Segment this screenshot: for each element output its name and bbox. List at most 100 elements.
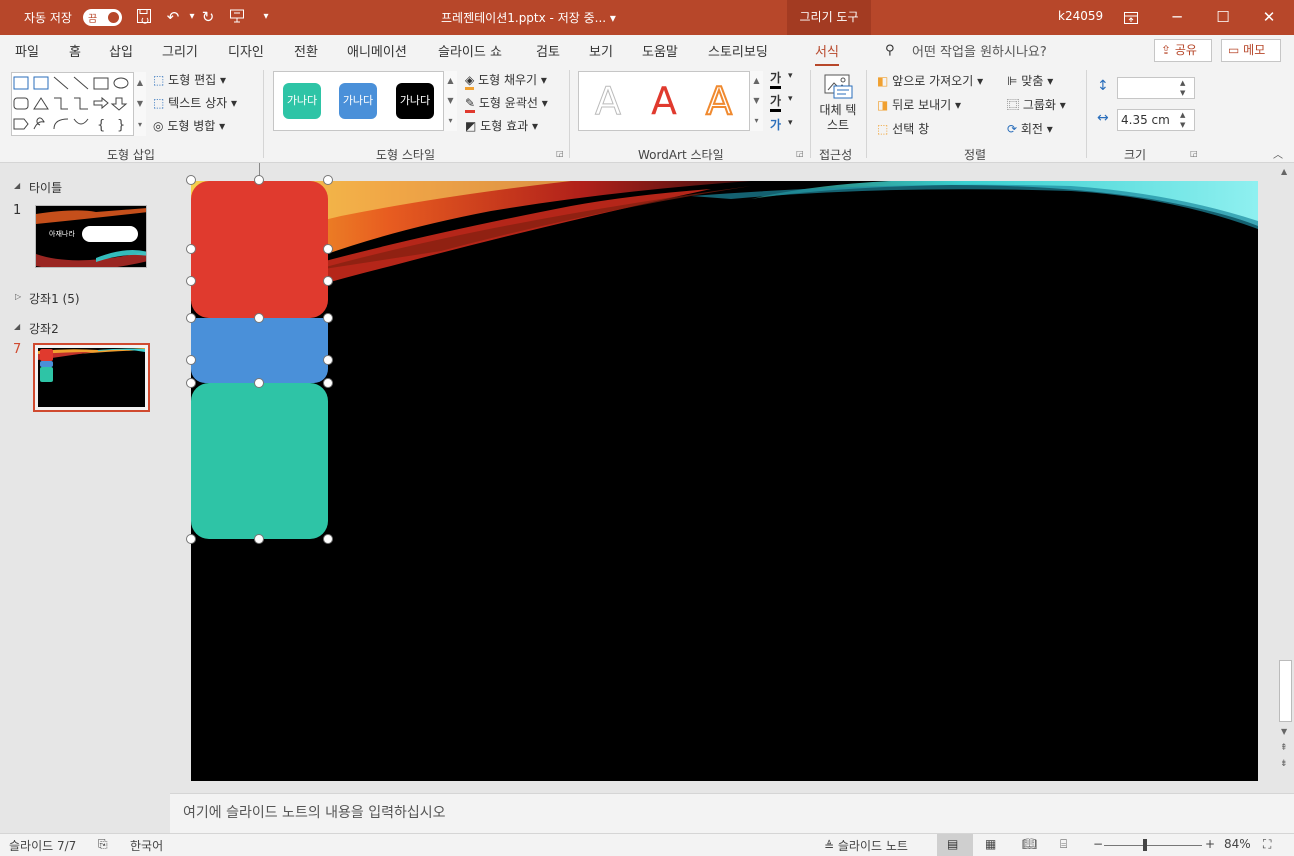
- section-collapsed-icon[interactable]: ▷: [15, 292, 21, 301]
- resize-handle-top-left[interactable]: [186, 175, 196, 185]
- slide-thumbnail[interactable]: 아재나라: [35, 205, 147, 268]
- text-box-button[interactable]: ⬚ 텍스트 상자 ▾: [153, 94, 237, 111]
- merge-shapes-button[interactable]: ◎ 도형 병합 ▾: [153, 117, 225, 134]
- text-effects-dropdown-icon[interactable]: ▾: [788, 118, 793, 128]
- shape-effects-button[interactable]: ◩ 도형 효과 ▾: [465, 117, 538, 134]
- tab-home[interactable]: 홈: [69, 41, 81, 60]
- notes-toggle-button[interactable]: ≜ 슬라이드 노트: [824, 837, 908, 854]
- tab-storyboarding[interactable]: 스토리보딩: [708, 41, 768, 60]
- slide-sorter-icon[interactable]: ▦: [985, 837, 996, 851]
- text-outline-button[interactable]: 가: [770, 92, 782, 112]
- selected-slide-frame[interactable]: [33, 343, 150, 412]
- resize-handle-bottom-right[interactable]: [323, 534, 333, 544]
- vertical-scrollbar[interactable]: ▲ ▼ ⇞ ⇟: [1277, 163, 1294, 793]
- tab-insert[interactable]: 삽입: [109, 41, 133, 60]
- wordart-style-plain[interactable]: A: [595, 80, 622, 123]
- wordart-gallery[interactable]: A A A: [578, 71, 763, 131]
- scrollbar-thumb[interactable]: [1279, 660, 1292, 722]
- teal-rounded-rect[interactable]: [191, 383, 328, 539]
- resize-handle[interactable]: [186, 355, 196, 365]
- tab-file[interactable]: 파일: [15, 41, 39, 60]
- tab-animations[interactable]: 애니메이션: [347, 41, 407, 60]
- resize-handle[interactable]: [254, 313, 264, 323]
- undo-icon[interactable]: ↶: [164, 8, 182, 26]
- tab-design[interactable]: 디자인: [228, 41, 264, 60]
- slide-thumbnail[interactable]: [38, 348, 145, 407]
- resize-handle[interactable]: [186, 313, 196, 323]
- size-launcher-icon[interactable]: ◲: [1190, 149, 1198, 158]
- customize-qat-icon[interactable]: ▾: [257, 8, 275, 26]
- send-backward-button[interactable]: ◨ 뒤로 보내기 ▾: [877, 96, 961, 113]
- text-outline-dropdown-icon[interactable]: ▾: [788, 94, 793, 104]
- zoom-slider-thumb[interactable]: [1143, 839, 1147, 851]
- previous-slide-icon[interactable]: ⇞: [1280, 743, 1288, 753]
- wordart-style-red[interactable]: A: [651, 80, 677, 122]
- ribbon-display-options-icon[interactable]: [1108, 0, 1154, 35]
- language-indicator[interactable]: 한국어: [130, 837, 163, 854]
- tab-transitions[interactable]: 전환: [294, 41, 318, 60]
- tab-slide-show[interactable]: 슬라이드 쇼: [438, 41, 502, 60]
- save-icon[interactable]: [135, 8, 153, 26]
- resize-handle[interactable]: [186, 276, 196, 286]
- blue-rounded-rect[interactable]: [191, 318, 328, 383]
- shape-style-blue[interactable]: 가나다: [339, 83, 377, 119]
- height-spinner[interactable]: ▲ ▼: [1180, 78, 1185, 98]
- edit-shape-button[interactable]: ⬚ 도형 편집 ▾: [153, 71, 226, 88]
- zoom-slider-track[interactable]: [1104, 845, 1202, 846]
- close-icon[interactable]: ✕: [1246, 0, 1292, 35]
- redo-icon[interactable]: ↻: [199, 8, 217, 26]
- shapes-gallery-scroll[interactable]: ▲ ▼ ▾: [133, 72, 146, 136]
- scroll-down-icon[interactable]: ▼: [1281, 727, 1287, 736]
- group-button[interactable]: ⿴ 그룹화 ▾: [1007, 96, 1066, 113]
- shape-style-black[interactable]: 가나다: [396, 83, 434, 119]
- resize-handle[interactable]: [323, 378, 333, 388]
- align-button[interactable]: ⊫ 맞춤 ▾: [1007, 72, 1053, 89]
- slide-show-icon[interactable]: ⌸: [1060, 837, 1067, 852]
- next-slide-icon[interactable]: ⇟: [1280, 759, 1288, 769]
- shape-styles-scroll[interactable]: ▲ ▼ ▾: [443, 71, 457, 131]
- width-spinner[interactable]: ▲ ▼: [1180, 110, 1185, 130]
- text-effects-button[interactable]: 가: [770, 116, 781, 133]
- notes-pane[interactable]: 여기에 슬라이드 노트의 내용을 입력하십시오: [170, 793, 1294, 833]
- fit-to-window-icon[interactable]: ⛶: [1263, 837, 1271, 852]
- zoom-out-icon[interactable]: −: [1093, 837, 1103, 851]
- collapse-ribbon-icon[interactable]: ︿: [1273, 146, 1283, 161]
- zoom-level[interactable]: 84%: [1224, 837, 1251, 851]
- tab-draw[interactable]: 그리기: [162, 41, 198, 60]
- section-title[interactable]: 타이틀: [29, 179, 62, 196]
- resize-handle[interactable]: [323, 244, 333, 254]
- tab-review[interactable]: 검토: [536, 41, 560, 60]
- resize-handle[interactable]: [323, 355, 333, 365]
- share-button[interactable]: ⇪ 공유: [1154, 39, 1212, 62]
- shape-fill-button[interactable]: ◈ 도형 채우기 ▾: [465, 71, 547, 90]
- resize-handle[interactable]: [323, 313, 333, 323]
- reading-view-icon[interactable]: 📖︎: [1022, 837, 1037, 851]
- comments-button[interactable]: ▭ 메모: [1221, 39, 1281, 62]
- tab-view[interactable]: 보기: [589, 41, 613, 60]
- wordart-scroll[interactable]: ▲ ▼ ▾: [749, 71, 763, 131]
- maximize-icon[interactable]: ☐: [1200, 0, 1246, 35]
- red-rounded-rect[interactable]: [191, 181, 328, 318]
- section-expanded-icon[interactable]: ◢: [14, 322, 20, 331]
- user-name[interactable]: k24059: [1058, 9, 1103, 23]
- slide-canvas[interactable]: [191, 181, 1258, 781]
- wordart-style-orange-outline[interactable]: A: [705, 79, 733, 123]
- alt-text-button[interactable]: 대체 텍스트: [816, 72, 860, 142]
- rotate-button[interactable]: ⟳ 회전 ▾: [1007, 120, 1053, 137]
- scroll-up-icon[interactable]: ▲: [1281, 167, 1287, 176]
- text-fill-button[interactable]: 가: [770, 69, 782, 89]
- section-title[interactable]: 강좌2: [29, 320, 59, 337]
- resize-handle[interactable]: [254, 378, 264, 388]
- shapes-gallery[interactable]: {}: [11, 72, 145, 136]
- resize-handle-bottom-left[interactable]: [186, 534, 196, 544]
- tab-format[interactable]: 서식: [815, 41, 839, 66]
- accessibility-check-icon[interactable]: ⎘: [98, 837, 108, 852]
- zoom-in-icon[interactable]: +: [1205, 837, 1215, 851]
- tab-help[interactable]: 도움말: [642, 41, 678, 60]
- start-presentation-icon[interactable]: [228, 8, 246, 26]
- resize-handle-top[interactable]: [254, 175, 264, 185]
- selection-pane-button[interactable]: ⬚ 선택 창: [877, 120, 929, 137]
- resize-handle[interactable]: [323, 276, 333, 286]
- shape-styles-launcher-icon[interactable]: ◲: [556, 149, 564, 158]
- minimize-icon[interactable]: ─: [1154, 0, 1200, 35]
